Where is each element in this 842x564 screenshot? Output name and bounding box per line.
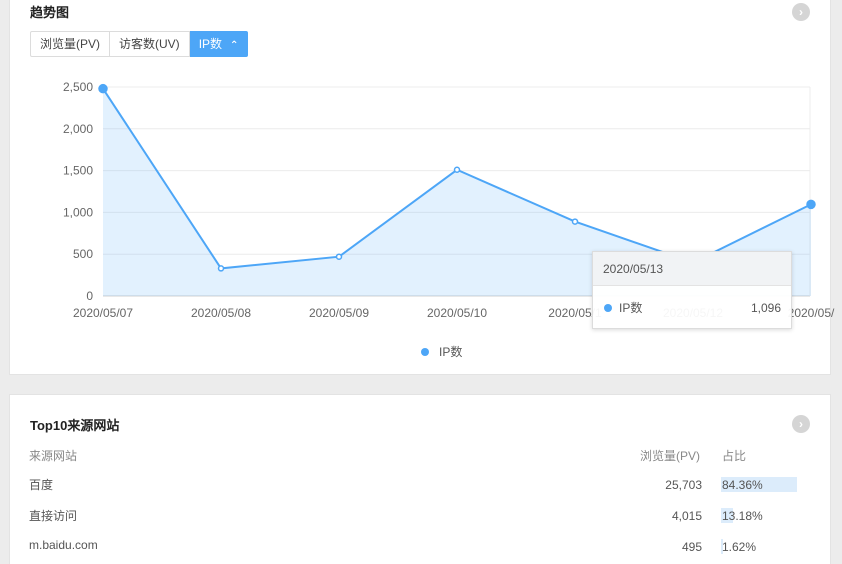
data-point: [571, 218, 579, 225]
y-tick-label: 1,000: [63, 205, 93, 219]
legend-label: IP数: [439, 345, 463, 359]
y-tick-label: 500: [73, 247, 93, 261]
row-site[interactable]: m.baidu.com: [29, 538, 98, 552]
data-point: [335, 253, 343, 260]
top10-title: Top10来源网站: [30, 418, 120, 433]
row-ratio: 13.18%: [722, 509, 763, 523]
x-tick-label: 2020/05/08: [191, 306, 251, 320]
y-tick-label: 1,500: [63, 164, 93, 178]
chevron-right-icon: ›: [799, 417, 803, 431]
row-pv: 4,015: [671, 509, 702, 523]
data-point: [453, 166, 461, 174]
data-point: [806, 199, 816, 210]
legend-dot-icon: [421, 347, 429, 356]
top10-more-button[interactable]: ›: [792, 415, 810, 433]
chart-legend[interactable]: IP数: [421, 343, 462, 360]
top10-card: Top10来源网站 ›: [9, 394, 831, 564]
y-tick-label: 2,500: [63, 80, 93, 94]
chart-tooltip: 2020/05/13 IP数 1,096: [592, 251, 792, 329]
y-tick-label: 0: [86, 289, 93, 303]
tooltip-date: 2020/05/13: [593, 252, 791, 286]
row-site[interactable]: 直接访问: [29, 507, 77, 524]
x-tick-label: 2020/05/09: [309, 306, 369, 320]
x-tick-label: 2020/05/10: [427, 306, 487, 320]
row-ratio: 84.36%: [722, 478, 763, 492]
tooltip-dot-icon: [604, 304, 612, 312]
row-pv: 495: [681, 540, 702, 554]
row-site[interactable]: 百度: [29, 476, 53, 493]
row-ratio: 1.62%: [722, 540, 757, 554]
header-pv[interactable]: 浏览量(PV): [640, 447, 700, 464]
tooltip-row: IP数 1,096: [593, 286, 791, 330]
tooltip-series: IP数: [619, 301, 643, 315]
row-pv: 25,703: [665, 478, 702, 492]
tooltip-value: 1,096: [750, 301, 781, 315]
x-tick-label: 2020/05/07: [73, 306, 133, 320]
header-ratio[interactable]: 占比: [722, 447, 746, 464]
data-point: [98, 83, 108, 94]
y-tick-label: 2,000: [63, 122, 93, 136]
x-tick-label: 2020/05/: [788, 306, 835, 320]
data-point: [217, 265, 225, 272]
header-site[interactable]: 来源网站: [29, 447, 77, 464]
